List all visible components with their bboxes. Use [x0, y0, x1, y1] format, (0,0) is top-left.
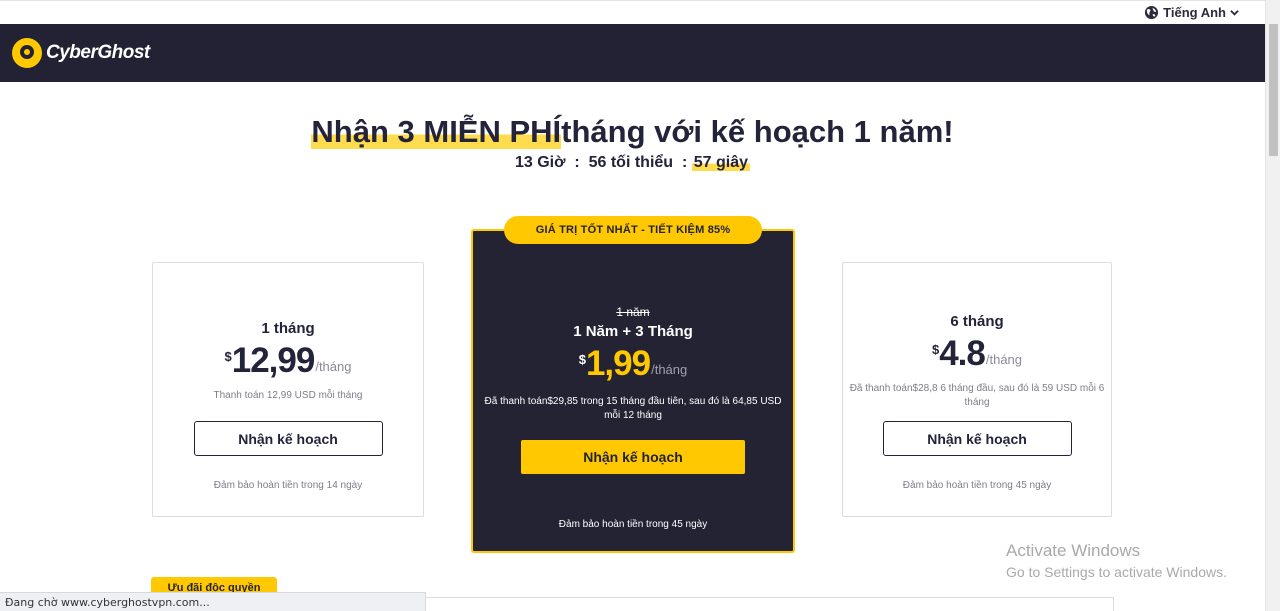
plan-card-best-value: 1 năm 1 Năm + 3 Tháng $ 1,99 /tháng Đã t… [471, 229, 795, 553]
language-bar: Tiếng Anh [0, 0, 1265, 24]
best-value-badge: GIÁ TRỊ TỐT NHẤT - TIẾT KIỆM 85% [504, 216, 762, 244]
billing-note: Đã thanh toán$28,8 6 tháng đầu, sau đó l… [849, 383, 1105, 408]
plan-title: 1 Năm + 3 Tháng [573, 323, 693, 340]
scrollbar-thumb[interactable] [1269, 24, 1278, 156]
get-plan-button[interactable]: Nhận kế hoạch [193, 421, 383, 456]
plan-price: $ 4.8 /tháng [843, 336, 1111, 372]
money-back-guarantee: Đảm bảo hoàn tiền trong 14 ngày [213, 480, 363, 491]
plan-price: $ 12,99 /tháng [153, 343, 423, 379]
countdown-seconds: 57 giây [691, 154, 750, 171]
price-amount: 12,99 [231, 341, 316, 380]
watermark-subtitle: Go to Settings to activate Windows. [1006, 564, 1227, 580]
page: Tiếng Anh CyberGhost Nhận 3 MIỄN PHÍthán… [0, 0, 1280, 611]
currency-symbol: $ [931, 342, 940, 357]
promo-headline: Nhận 3 MIỄN PHÍtháng với kế hoạch 1 năm! [0, 114, 1265, 150]
plan-price: $ 1,99 /tháng [473, 346, 793, 382]
globe-icon [1145, 5, 1159, 20]
price-amount: 1,99 [585, 344, 651, 383]
countdown-hours-minutes: 13 Giờ : 56 tối thiểu : [514, 154, 688, 171]
chevron-down-icon [1230, 10, 1239, 16]
watermark-title: Activate Windows [1006, 541, 1141, 560]
plan-card-6-months: 6 tháng $ 4.8 /tháng Đã thanh toán$28,8 … [842, 262, 1112, 517]
price-period: /tháng [315, 359, 352, 374]
site-header: CyberGhost [0, 24, 1265, 82]
page-scrollbar[interactable] [1265, 0, 1280, 611]
money-back-guarantee: Đảm bảo hoàn tiền trong 45 ngày [902, 480, 1052, 491]
browser-status-bar: Đang chờ www.cyberghostvpn.com... [0, 592, 426, 611]
language-selector[interactable]: Tiếng Anh [1144, 5, 1239, 20]
headline-highlight: Nhận 3 MIỄN PHÍ [311, 114, 562, 149]
plan-title: 6 tháng [950, 313, 1004, 330]
price-period: /tháng [651, 362, 688, 377]
currency-symbol: $ [578, 352, 586, 367]
get-plan-button[interactable]: Nhận kế hoạch [882, 421, 1072, 456]
plan-card-1-month: 1 tháng $ 12,99 /tháng Thanh toán 12,99 … [152, 262, 424, 517]
headline-rest: tháng với kế hoạch 1 năm! [561, 114, 954, 149]
countdown-timer: 13 Giờ : 56 tối thiểu : 57 giây [0, 154, 1265, 172]
price-amount: 4.8 [939, 334, 986, 373]
ghost-logo-icon [12, 38, 42, 68]
money-back-guarantee: Đảm bảo hoàn tiền trong 45 ngày [558, 519, 708, 530]
logo[interactable]: CyberGhost [12, 38, 150, 68]
plan-title: 1 tháng [261, 320, 315, 337]
plan-old-title: 1 năm [616, 305, 650, 319]
logo-text: CyberGhost [46, 42, 150, 63]
get-plan-button[interactable]: Nhận kế hoạch [521, 440, 745, 474]
price-period: /tháng [985, 352, 1023, 367]
currency-symbol: $ [224, 349, 232, 364]
language-label: Tiếng Anh [1163, 5, 1226, 20]
billing-note: Đã thanh toán$29,85 trong 15 tháng đầu t… [484, 396, 782, 421]
windows-activation-watermark: Activate Windows Go to Settings to activ… [1006, 541, 1227, 580]
billing-note: Thanh toán 12,99 USD mỗi tháng [213, 390, 363, 401]
